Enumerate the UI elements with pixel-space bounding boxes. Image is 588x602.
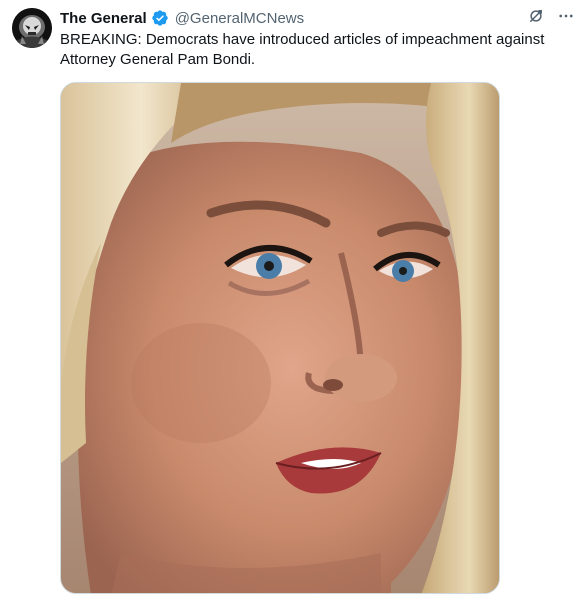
- avatar[interactable]: [12, 8, 52, 48]
- tweet-header: The General @GeneralMCNews: [60, 8, 304, 28]
- tweet-media-photo[interactable]: [60, 82, 500, 594]
- display-name[interactable]: The General: [60, 10, 147, 27]
- user-handle[interactable]: @GeneralMCNews: [175, 10, 304, 27]
- tweet-text: BREAKING: Democrats have introduced arti…: [60, 30, 570, 70]
- tweet[interactable]: The General @GeneralMCNews BREAKING: Dem…: [0, 0, 588, 602]
- more-horizontal-icon[interactable]: [556, 6, 576, 26]
- verified-badge-icon: [151, 9, 169, 27]
- tweet-text-line-2: Attorney General Pam Bondi.: [60, 51, 256, 68]
- tweet-text-line-1: BREAKING: Democrats have introduced arti…: [60, 31, 545, 48]
- top-actions: [526, 6, 576, 26]
- grok-icon[interactable]: [526, 6, 546, 26]
